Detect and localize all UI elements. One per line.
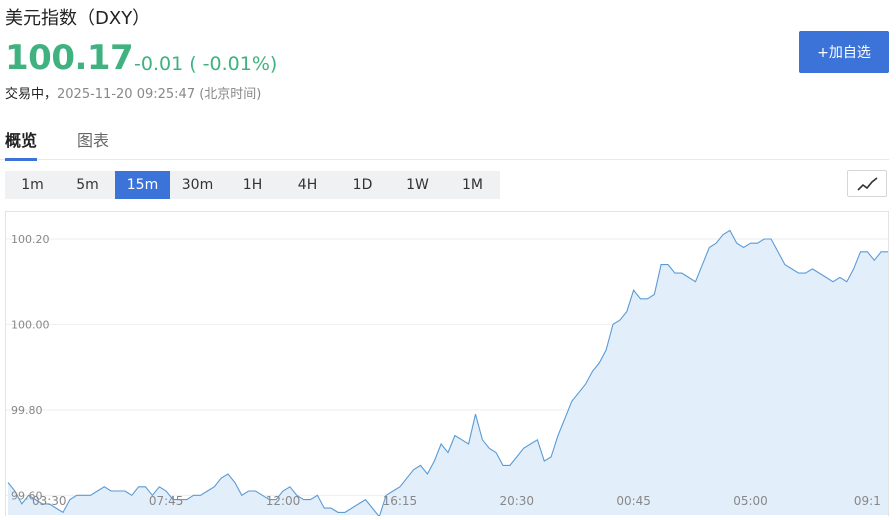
x-tick-label: 05:00 bbox=[733, 494, 768, 508]
line-chart-icon bbox=[857, 177, 878, 191]
chart-type-button[interactable] bbox=[847, 170, 887, 197]
period-selector: 1m 5m 15m 30m 1H 4H 1D 1W 1M bbox=[5, 171, 500, 199]
price-change: -0.01 ( -0.01%) bbox=[134, 53, 278, 75]
price-chart-svg: 99.6099.80100.00100.2003:30 07:45 12:00 16:… bbox=[6, 229, 888, 516]
x-tick-label: 09:1 bbox=[854, 494, 881, 508]
x-tick-label: 03:30 bbox=[32, 494, 67, 508]
status-text: 交易中， bbox=[5, 87, 58, 102]
tab-overview[interactable]: 概览 bbox=[5, 127, 37, 161]
period-30m[interactable]: 30m bbox=[170, 171, 225, 199]
x-tick-label: 07:45 bbox=[149, 494, 184, 508]
period-1mo[interactable]: 1M bbox=[445, 171, 500, 199]
trading-status: 交易中，2025-11-20 09:25:47 (北京时间) bbox=[5, 83, 261, 102]
y-tick-label: 100.20 bbox=[11, 233, 50, 246]
period-1d[interactable]: 1D bbox=[335, 171, 390, 199]
tab-bar: 概览 图表 bbox=[0, 122, 889, 161]
x-tick-label: 00:45 bbox=[616, 494, 651, 508]
price-chart[interactable]: 99.60 99.80 100.00 100.20 03:30 07:45 12:00 16:… bbox=[5, 211, 889, 516]
status-timestamp: 2025-11-20 09:25:47 (北京时间) bbox=[57, 87, 262, 102]
period-1h[interactable]: 1H bbox=[225, 171, 280, 199]
period-1w[interactable]: 1W bbox=[390, 171, 445, 199]
x-tick-label: 16:15 bbox=[383, 494, 418, 508]
x-tick-label: 12:00 bbox=[266, 494, 301, 508]
add-to-watchlist-button[interactable]: +加自选 bbox=[799, 31, 889, 73]
price-area bbox=[8, 230, 888, 516]
period-4h[interactable]: 4H bbox=[280, 171, 335, 199]
x-tick-label: 20:30 bbox=[499, 494, 534, 508]
y-tick-label: 100.00 bbox=[11, 318, 50, 331]
page-title: 美元指数（DXY） bbox=[5, 8, 151, 29]
period-5m[interactable]: 5m bbox=[60, 171, 115, 199]
period-1m[interactable]: 1m bbox=[5, 171, 60, 199]
tab-chart[interactable]: 图表 bbox=[77, 127, 109, 158]
period-15m[interactable]: 15m bbox=[115, 171, 170, 199]
y-tick-label: 99.80 bbox=[11, 404, 43, 417]
current-price: 100.17 bbox=[5, 38, 134, 78]
